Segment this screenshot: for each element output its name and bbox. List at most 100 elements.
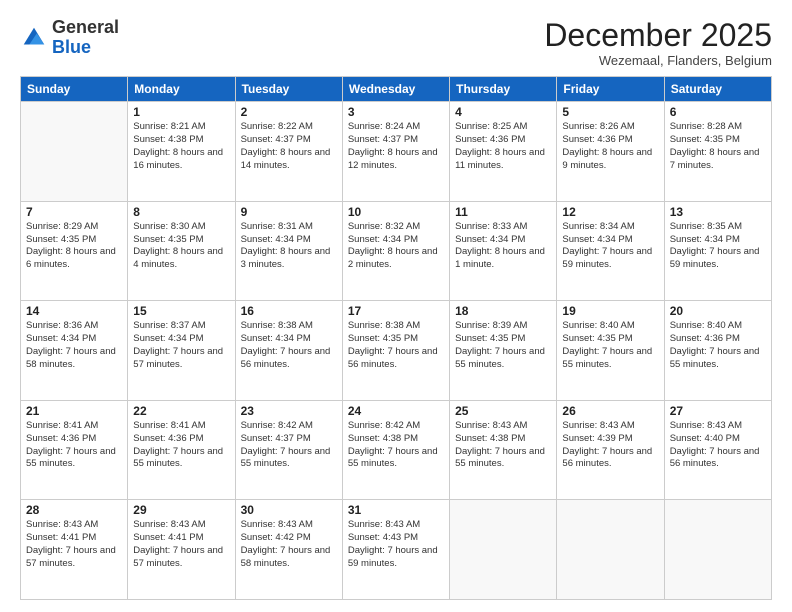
- calendar-cell: 24 Sunrise: 8:42 AMSunset: 4:38 PMDayligh…: [342, 400, 449, 500]
- day-number: 9: [241, 205, 337, 219]
- day-info: Sunrise: 8:32 AMSunset: 4:34 PMDaylight:…: [348, 221, 444, 272]
- calendar-cell: 28 Sunrise: 8:43 AMSunset: 4:41 PMDayligh…: [21, 500, 128, 600]
- day-info: Sunrise: 8:30 AMSunset: 4:35 PMDaylight:…: [133, 221, 229, 272]
- day-number: 13: [670, 205, 766, 219]
- logo: General Blue: [20, 18, 119, 58]
- day-info: Sunrise: 8:43 AMSunset: 4:41 PMDaylight:…: [26, 519, 122, 570]
- day-info: Sunrise: 8:21 AMSunset: 4:38 PMDaylight:…: [133, 121, 229, 172]
- calendar-cell: 16Sunrise: 8:38 AMSunset: 4:34 PMDayligh…: [235, 301, 342, 401]
- day-number: 21: [26, 404, 122, 418]
- calendar-cell: 1 Sunrise: 8:21 AMSunset: 4:38 PMDaylight…: [128, 102, 235, 202]
- day-number: 14: [26, 304, 122, 318]
- day-number: 2: [241, 105, 337, 119]
- day-number: 25: [455, 404, 551, 418]
- day-info: Sunrise: 8:26 AMSunset: 4:36 PMDaylight:…: [562, 121, 658, 172]
- weekday-header-friday: Friday: [557, 77, 664, 102]
- day-info: Sunrise: 8:40 AMSunset: 4:35 PMDaylight:…: [562, 320, 658, 371]
- day-number: 11: [455, 205, 551, 219]
- calendar-cell: 7 Sunrise: 8:29 AMSunset: 4:35 PMDaylight…: [21, 201, 128, 301]
- day-info: Sunrise: 8:38 AMSunset: 4:35 PMDaylight:…: [348, 320, 444, 371]
- day-number: 31: [348, 503, 444, 517]
- calendar-cell: 21 Sunrise: 8:41 AMSunset: 4:36 PMDayligh…: [21, 400, 128, 500]
- calendar-cell: 30 Sunrise: 8:43 AMSunset: 4:42 PMDayligh…: [235, 500, 342, 600]
- day-info: Sunrise: 8:43 AMSunset: 4:39 PMDaylight:…: [562, 420, 658, 471]
- logo-general: General: [52, 17, 119, 37]
- calendar-cell: 9 Sunrise: 8:31 AMSunset: 4:34 PMDaylight…: [235, 201, 342, 301]
- weekday-header-saturday: Saturday: [664, 77, 771, 102]
- day-info: Sunrise: 8:39 AMSunset: 4:35 PMDaylight:…: [455, 320, 551, 371]
- day-number: 3: [348, 105, 444, 119]
- day-number: 16: [241, 304, 337, 318]
- day-info: Sunrise: 8:35 AMSunset: 4:34 PMDaylight:…: [670, 221, 766, 272]
- day-info: Sunrise: 8:41 AMSunset: 4:36 PMDaylight:…: [133, 420, 229, 471]
- calendar-cell: 23Sunrise: 8:42 AMSunset: 4:37 PMDayligh…: [235, 400, 342, 500]
- day-number: 15: [133, 304, 229, 318]
- calendar-cell: 11 Sunrise: 8:33 AMSunset: 4:34 PMDayligh…: [450, 201, 557, 301]
- weekday-header-thursday: Thursday: [450, 77, 557, 102]
- day-info: Sunrise: 8:37 AMSunset: 4:34 PMDaylight:…: [133, 320, 229, 371]
- calendar-cell: 5 Sunrise: 8:26 AMSunset: 4:36 PMDaylight…: [557, 102, 664, 202]
- calendar-cell: 8Sunrise: 8:30 AMSunset: 4:35 PMDaylight…: [128, 201, 235, 301]
- calendar-cell: 15 Sunrise: 8:37 AMSunset: 4:34 PMDayligh…: [128, 301, 235, 401]
- calendar-cell: 13 Sunrise: 8:35 AMSunset: 4:34 PMDayligh…: [664, 201, 771, 301]
- location: Wezemaal, Flanders, Belgium: [544, 53, 772, 68]
- calendar-cell: 29 Sunrise: 8:43 AMSunset: 4:41 PMDayligh…: [128, 500, 235, 600]
- day-number: 24: [348, 404, 444, 418]
- day-number: 23: [241, 404, 337, 418]
- calendar-cell: 4 Sunrise: 8:25 AMSunset: 4:36 PMDaylight…: [450, 102, 557, 202]
- calendar-cell: 6Sunrise: 8:28 AMSunset: 4:35 PMDaylight…: [664, 102, 771, 202]
- day-number: 5: [562, 105, 658, 119]
- day-number: 28: [26, 503, 122, 517]
- calendar-cell: 12 Sunrise: 8:34 AMSunset: 4:34 PMDayligh…: [557, 201, 664, 301]
- calendar-cell: [450, 500, 557, 600]
- day-number: 17: [348, 304, 444, 318]
- weekday-header-tuesday: Tuesday: [235, 77, 342, 102]
- day-number: 20: [670, 304, 766, 318]
- calendar-cell: 26 Sunrise: 8:43 AMSunset: 4:39 PMDayligh…: [557, 400, 664, 500]
- day-info: Sunrise: 8:29 AMSunset: 4:35 PMDaylight:…: [26, 221, 122, 272]
- weekday-header-sunday: Sunday: [21, 77, 128, 102]
- day-number: 29: [133, 503, 229, 517]
- day-number: 22: [133, 404, 229, 418]
- day-number: 4: [455, 105, 551, 119]
- calendar-cell: 2 Sunrise: 8:22 AMSunset: 4:37 PMDaylight…: [235, 102, 342, 202]
- calendar-cell: 3Sunrise: 8:24 AMSunset: 4:37 PMDaylight…: [342, 102, 449, 202]
- day-info: Sunrise: 8:41 AMSunset: 4:36 PMDaylight:…: [26, 420, 122, 471]
- day-info: Sunrise: 8:34 AMSunset: 4:34 PMDaylight:…: [562, 221, 658, 272]
- day-info: Sunrise: 8:36 AMSunset: 4:34 PMDaylight:…: [26, 320, 122, 371]
- logo-text: General Blue: [52, 18, 119, 58]
- calendar-cell: 19Sunrise: 8:40 AMSunset: 4:35 PMDayligh…: [557, 301, 664, 401]
- day-info: Sunrise: 8:31 AMSunset: 4:34 PMDaylight:…: [241, 221, 337, 272]
- day-number: 30: [241, 503, 337, 517]
- logo-icon: [20, 24, 48, 52]
- day-number: 27: [670, 404, 766, 418]
- calendar: SundayMondayTuesdayWednesdayThursdayFrid…: [20, 76, 772, 600]
- day-number: 12: [562, 205, 658, 219]
- day-info: Sunrise: 8:33 AMSunset: 4:34 PMDaylight:…: [455, 221, 551, 272]
- day-info: Sunrise: 8:43 AMSunset: 4:43 PMDaylight:…: [348, 519, 444, 570]
- calendar-cell: 14 Sunrise: 8:36 AMSunset: 4:34 PMDayligh…: [21, 301, 128, 401]
- page: General Blue December 2025 Wezemaal, Fla…: [0, 0, 792, 612]
- calendar-cell: 20Sunrise: 8:40 AMSunset: 4:36 PMDayligh…: [664, 301, 771, 401]
- calendar-cell: 27Sunrise: 8:43 AMSunset: 4:40 PMDayligh…: [664, 400, 771, 500]
- day-number: 18: [455, 304, 551, 318]
- calendar-cell: 22 Sunrise: 8:41 AMSunset: 4:36 PMDayligh…: [128, 400, 235, 500]
- day-info: Sunrise: 8:43 AMSunset: 4:41 PMDaylight:…: [133, 519, 229, 570]
- calendar-cell: 17 Sunrise: 8:38 AMSunset: 4:35 PMDayligh…: [342, 301, 449, 401]
- day-number: 10: [348, 205, 444, 219]
- header: General Blue December 2025 Wezemaal, Fla…: [20, 18, 772, 68]
- day-number: 1: [133, 105, 229, 119]
- day-number: 7: [26, 205, 122, 219]
- calendar-cell: [21, 102, 128, 202]
- calendar-cell: 25Sunrise: 8:43 AMSunset: 4:38 PMDayligh…: [450, 400, 557, 500]
- calendar-cell: [557, 500, 664, 600]
- calendar-cell: [664, 500, 771, 600]
- calendar-cell: 10 Sunrise: 8:32 AMSunset: 4:34 PMDayligh…: [342, 201, 449, 301]
- day-info: Sunrise: 8:22 AMSunset: 4:37 PMDaylight:…: [241, 121, 337, 172]
- day-info: Sunrise: 8:43 AMSunset: 4:42 PMDaylight:…: [241, 519, 337, 570]
- day-info: Sunrise: 8:42 AMSunset: 4:38 PMDaylight:…: [348, 420, 444, 471]
- day-info: Sunrise: 8:25 AMSunset: 4:36 PMDaylight:…: [455, 121, 551, 172]
- day-number: 26: [562, 404, 658, 418]
- calendar-cell: 18 Sunrise: 8:39 AMSunset: 4:35 PMDayligh…: [450, 301, 557, 401]
- weekday-header-wednesday: Wednesday: [342, 77, 449, 102]
